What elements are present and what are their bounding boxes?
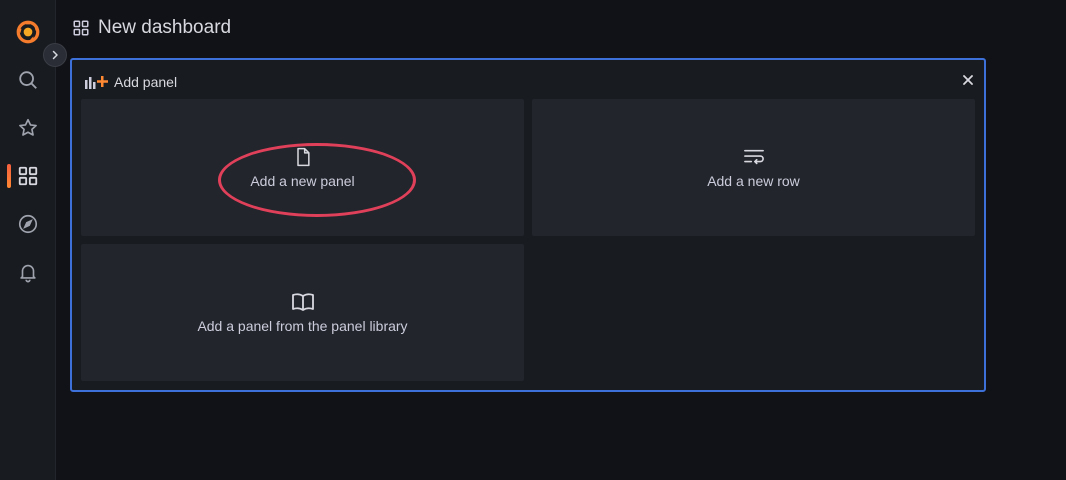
dashboard-grid-icon: [73, 20, 89, 36]
add-panel-icon: [85, 76, 108, 89]
add-new-panel-card[interactable]: Add a new panel: [81, 99, 524, 236]
add-panel-widget: Add panel Add a new panel Add a new row …: [70, 58, 986, 392]
nav-starred[interactable]: [0, 108, 56, 148]
star-icon: [19, 118, 37, 136]
add-panel-header: Add panel: [84, 72, 177, 92]
bell-icon: [20, 264, 36, 283]
compass-icon: [18, 214, 38, 234]
close-icon: [963, 75, 973, 85]
row-icon: [743, 149, 764, 164]
add-new-panel-label: Add a new panel: [250, 172, 355, 189]
add-new-row-label: Add a new row: [707, 172, 800, 189]
add-new-row-card[interactable]: Add a new row: [532, 99, 975, 236]
sidebar-expand-button[interactable]: [43, 43, 67, 67]
nav-alerting[interactable]: [0, 252, 56, 292]
chevron-right-icon: [52, 50, 58, 60]
page-header: New dashboard: [72, 14, 231, 42]
nav-explore[interactable]: [0, 204, 56, 244]
file-icon: [296, 147, 310, 166]
sidebar: [0, 0, 56, 480]
close-button[interactable]: [960, 72, 976, 88]
search-icon: [19, 71, 37, 89]
nav-search[interactable]: [0, 60, 56, 100]
grafana-logo-icon: [16, 20, 40, 44]
add-panel-title: Add panel: [114, 74, 178, 90]
book-icon: [291, 292, 314, 311]
dashboards-icon: [18, 166, 38, 186]
add-library-panel-label: Add a panel from the panel library: [197, 317, 408, 334]
nav-dashboards[interactable]: [0, 156, 56, 196]
page-title[interactable]: New dashboard: [98, 17, 231, 39]
add-library-panel-card[interactable]: Add a panel from the panel library: [81, 244, 524, 381]
